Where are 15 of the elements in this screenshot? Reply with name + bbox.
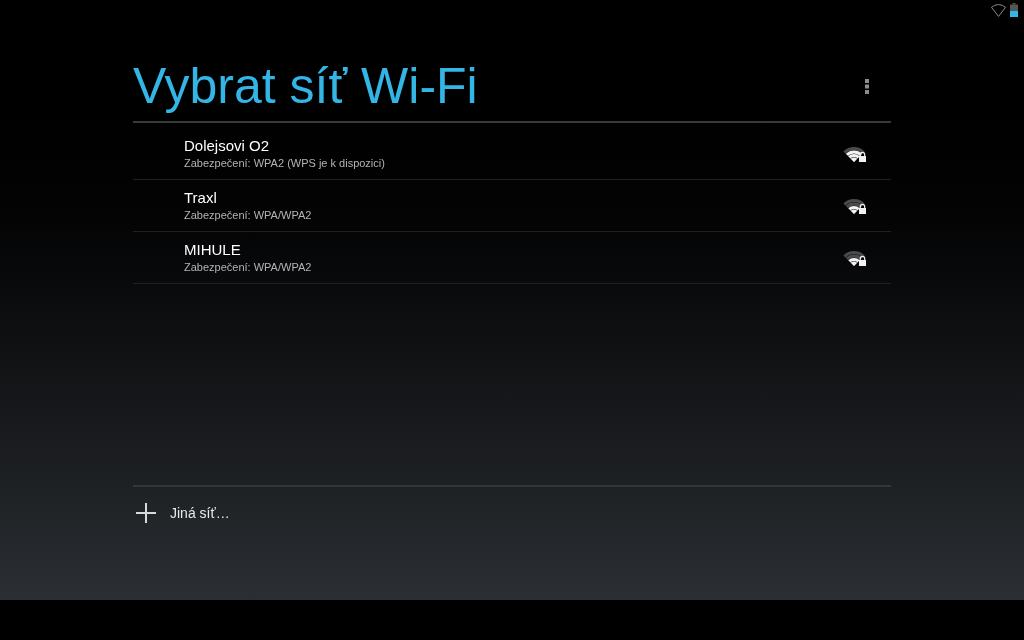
network-list-item[interactable]: Traxl Zabezpečení: WPA/WPA2 (133, 180, 891, 232)
battery-icon (1010, 3, 1018, 17)
security-text: Zabezpečení: WPA/WPA2 (184, 208, 312, 222)
more-vertical-icon (865, 78, 869, 94)
plus-icon (136, 503, 156, 523)
network-name: Dolejsovi O2 (184, 137, 271, 155)
security-text: Zabezpečení: WPA2 (WPS je k dispozici) (184, 156, 385, 170)
network-name: MIHULE (184, 241, 242, 259)
network-list-item[interactable]: Dolejsovi O2 Zabezpečení: WPA2 (WPS je k dispozici) (133, 128, 891, 180)
network-list-item[interactable]: MIHULE Zabezpečení: WPA/WPA2 (133, 232, 891, 284)
wifi-icon (991, 3, 1006, 17)
screen-title: Vybrat síť Wi-Fi (133, 58, 478, 114)
network-name: Traxl (184, 189, 218, 207)
security-text: Zabezpečení: WPA/WPA2 (184, 260, 312, 274)
add-network-item[interactable]: Jiná síť… (133, 487, 891, 539)
